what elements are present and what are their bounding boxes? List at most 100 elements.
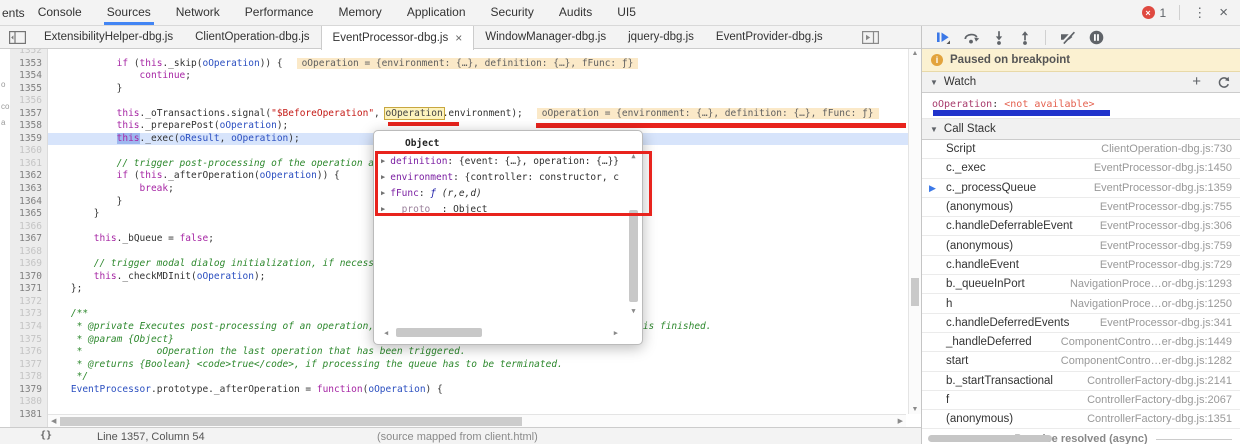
- callstack-frame-c._processQueue[interactable]: ▶ c._processQueue EventProcessor-dbg.js:13…: [922, 179, 1240, 198]
- callstack-frame-(anonymous)[interactable]: (anonymous) EventProcessor-dbg.js:759: [922, 236, 1240, 256]
- top-tab-sources[interactable]: Sources: [103, 0, 154, 25]
- scroll-down-icon[interactable]: ▼: [909, 406, 921, 413]
- line-number-gutter[interactable]: 1352 1353 1354 1355 1356 1357 1358 1359 1360 1361…: [10, 49, 48, 427]
- gutter-line-1376[interactable]: 1376: [10, 346, 47, 359]
- top-tab-network[interactable]: Network: [176, 0, 220, 25]
- callstack-frame-h[interactable]: h NavigationProce…or-dbg.js:1250: [922, 294, 1240, 314]
- gutter-line-1366[interactable]: 1366: [10, 221, 47, 234]
- code-line-1377[interactable]: * @returns {Boolean} <code>true</code>, …: [48, 359, 908, 372]
- gutter-line-1362[interactable]: 1362: [10, 170, 47, 183]
- hovered-token[interactable]: oOperation: [383, 106, 445, 120]
- code-line-1357[interactable]: this._oTransactions.signal("$BeforeOpera…: [48, 106, 908, 121]
- gutter-line-1357[interactable]: 1357: [10, 108, 47, 121]
- close-tab-icon[interactable]: ×: [455, 32, 462, 44]
- gutter-line-1359[interactable]: 1359: [10, 133, 47, 146]
- top-tab-audits[interactable]: Audits: [559, 0, 592, 25]
- gutter-line-1371[interactable]: 1371: [10, 283, 47, 296]
- callstack-frame-(anonymous)[interactable]: (anonymous) EventProcessor-dbg.js:755: [922, 198, 1240, 218]
- callstack-frame-c.handleDeferrableEvent[interactable]: c.handleDeferrableEvent EventProcessor-db…: [922, 217, 1240, 237]
- file-tab-EventProvider-dbg.js[interactable]: EventProvider-dbg.js: [705, 26, 834, 49]
- code-line-1355[interactable]: }: [48, 83, 908, 96]
- step-over-button[interactable]: [963, 30, 980, 44]
- add-watch-icon[interactable]: +: [1192, 74, 1201, 89]
- navigator-toggle-icon[interactable]: [9, 30, 26, 44]
- editor-vscroll-thumb[interactable]: [911, 278, 919, 306]
- callstack-frame-c.handleEvent[interactable]: c.handleEvent EventProcessor-dbg.js:729: [922, 256, 1240, 276]
- gutter-line-1352[interactable]: 1352: [10, 49, 47, 58]
- gutter-line-1355[interactable]: 1355: [10, 83, 47, 96]
- top-tab-ui5[interactable]: UI5: [617, 0, 636, 25]
- gutter-line-1369[interactable]: 1369: [10, 258, 47, 271]
- watch-section-header[interactable]: ▼ Watch +: [922, 72, 1240, 93]
- file-tab-jquery-dbg.js[interactable]: jquery-dbg.js: [617, 26, 705, 49]
- scroll-down-icon[interactable]: ▼: [628, 307, 639, 315]
- editor-vertical-scrollbar[interactable]: ▲ ▼: [908, 49, 921, 414]
- gutter-line-1377[interactable]: 1377: [10, 359, 47, 372]
- gutter-line-1375[interactable]: 1375: [10, 334, 47, 347]
- gutter-line-1374[interactable]: 1374: [10, 321, 47, 334]
- top-tab-console[interactable]: Console: [38, 0, 82, 25]
- chevron-down-icon[interactable]: ▼: [930, 78, 938, 87]
- callstack-frame-b._queueInPort[interactable]: b._queueInPort NavigationProce…or-dbg.js:…: [922, 275, 1240, 295]
- close-devtools-icon[interactable]: ×: [1219, 4, 1228, 21]
- scroll-up-icon[interactable]: ▲: [909, 50, 921, 57]
- deactivate-breakpoints-button[interactable]: [1059, 30, 1077, 44]
- top-tab-performance[interactable]: Performance: [245, 0, 314, 25]
- code-line-1352[interactable]: [48, 49, 908, 58]
- sidebar-hscroll-thumb[interactable]: [928, 435, 1052, 442]
- callstack-frame-Script[interactable]: Script ClientOperation-dbg.js:730: [922, 140, 1240, 160]
- kebab-menu-icon[interactable]: ⋮: [1193, 5, 1206, 21]
- gutter-line-1380[interactable]: 1380: [10, 396, 47, 409]
- step-out-button[interactable]: [1018, 30, 1032, 45]
- popup-vscroll-thumb[interactable]: [629, 210, 638, 302]
- code-line-1356[interactable]: [48, 95, 908, 108]
- pause-on-exceptions-button[interactable]: [1089, 30, 1104, 45]
- code-line-1376[interactable]: * oOperation the last operation that has…: [48, 346, 908, 359]
- scroll-left-icon[interactable]: ◀: [51, 417, 56, 425]
- panel-toggle-icon[interactable]: [861, 30, 879, 44]
- callstack-frame-_handleDeferred[interactable]: _handleDeferred ComponentContro…er-dbg.js…: [922, 333, 1240, 353]
- gutter-line-1367[interactable]: 1367: [10, 233, 47, 246]
- top-tab-application[interactable]: Application: [407, 0, 466, 25]
- resume-button[interactable]: [935, 30, 951, 45]
- code-line-1354[interactable]: continue;: [48, 70, 908, 83]
- step-into-button[interactable]: [992, 30, 1006, 45]
- gutter-line-1353[interactable]: 1353: [10, 58, 47, 71]
- gutter-line-1370[interactable]: 1370: [10, 271, 47, 284]
- scroll-right-icon[interactable]: ▶: [614, 329, 618, 337]
- chevron-down-icon[interactable]: ▼: [930, 125, 938, 134]
- scroll-right-icon[interactable]: ▶: [898, 417, 903, 425]
- popup-horizontal-scrollbar[interactable]: ◀ ▶: [384, 327, 618, 339]
- gutter-line-1372[interactable]: 1372: [10, 296, 47, 309]
- gutter-line-1364[interactable]: 1364: [10, 196, 47, 209]
- file-tab-ClientOperation-dbg.js[interactable]: ClientOperation-dbg.js: [184, 26, 320, 49]
- gutter-line-1360[interactable]: 1360: [10, 145, 47, 158]
- editor-hscroll-thumb[interactable]: [60, 417, 522, 426]
- code-line-1353[interactable]: if (this._skip(oOperation)) {oOperation …: [48, 57, 908, 71]
- gutter-line-1381[interactable]: 1381: [10, 409, 47, 422]
- gutter-line-1373[interactable]: 1373: [10, 308, 47, 321]
- gutter-line-1361[interactable]: 1361: [10, 158, 47, 171]
- callstack-frame-(anonymous)[interactable]: (anonymous) ControllerFactory-dbg.js:1351: [922, 410, 1240, 430]
- refresh-watch-icon[interactable]: [1217, 76, 1230, 89]
- gutter-line-1368[interactable]: 1368: [10, 246, 47, 259]
- file-tab-ExtensibilityHelper-dbg.js[interactable]: ExtensibilityHelper-dbg.js: [33, 26, 184, 49]
- gutter-line-1363[interactable]: 1363: [10, 183, 47, 196]
- gutter-line-1354[interactable]: 1354: [10, 70, 47, 83]
- callstack-frame-c.handleDeferredEvents[interactable]: c.handleDeferredEvents EventProcessor-dbg…: [922, 314, 1240, 333]
- code-line-1380[interactable]: [48, 396, 908, 409]
- gutter-line-1365[interactable]: 1365: [10, 208, 47, 221]
- top-tab-elements-partial[interactable]: ents: [2, 6, 25, 20]
- callstack-frame-f[interactable]: f ControllerFactory-dbg.js:2067: [922, 391, 1240, 411]
- callstack-frame-c._exec[interactable]: c._exec EventProcessor-dbg.js:1450: [922, 159, 1240, 179]
- top-tab-security[interactable]: Security: [491, 0, 534, 25]
- callstack-frame-b._startTransactional[interactable]: b._startTransactional ControllerFactory-d…: [922, 372, 1240, 391]
- pretty-print-button[interactable]: {}: [40, 430, 52, 441]
- popup-hscroll-thumb[interactable]: [396, 328, 482, 337]
- gutter-line-1379[interactable]: 1379: [10, 384, 47, 397]
- callstack-frame-start[interactable]: start ComponentContro…er-dbg.js:1282: [922, 352, 1240, 372]
- top-tab-memory[interactable]: Memory: [338, 0, 381, 25]
- file-tab-EventProcessor-dbg.js[interactable]: EventProcessor-dbg.js ×: [320, 25, 475, 50]
- error-count-badge[interactable]: × 1: [1141, 6, 1166, 20]
- file-tab-WindowManager-dbg.js[interactable]: WindowManager-dbg.js: [474, 26, 617, 49]
